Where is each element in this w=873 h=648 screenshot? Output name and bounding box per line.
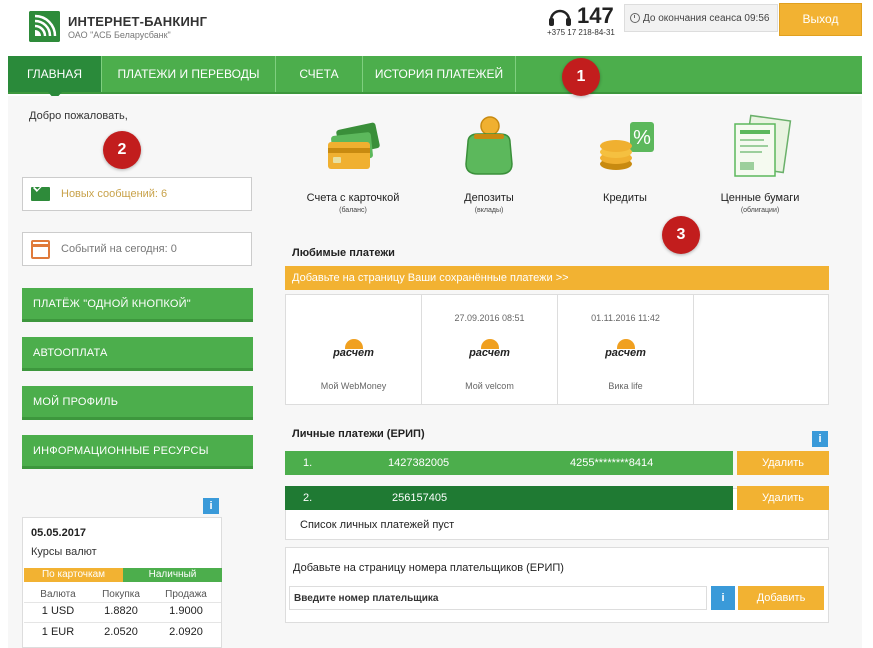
my-profile-button[interactable]: МОЙ ПРОФИЛЬ xyxy=(22,386,253,420)
raschet-logo-icon: расчет xyxy=(286,339,421,365)
favorite-name: Вика life xyxy=(608,381,643,391)
erip-row-number: 2. xyxy=(303,492,313,504)
currency-header: Валюта xyxy=(40,589,76,600)
favorite-payment[interactable]: 01.11.2016 11:42 расчет Вика life xyxy=(558,295,694,404)
divider xyxy=(24,602,221,603)
currency-code: 1 USD xyxy=(41,605,75,617)
nav-item-home[interactable]: ГЛАВНАЯ xyxy=(8,56,102,100)
payer-number-input[interactable] xyxy=(289,586,707,610)
currency-code: 1 EUR xyxy=(41,626,75,638)
product-label: Кредиты xyxy=(603,192,647,204)
svg-text:%: % xyxy=(633,127,651,149)
nav-item-payments[interactable]: ПЛАТЕЖИ И ПЕРЕВОДЫ xyxy=(102,56,276,92)
erip-row-card: 4255********8414 xyxy=(570,457,654,469)
erip-row[interactable]: 2. 256157405 xyxy=(285,486,733,510)
nav-item-accounts[interactable]: СЧЕТА xyxy=(276,56,363,92)
product-label: Счета с карточкой xyxy=(306,192,400,204)
phone-short-number[interactable]: 147 xyxy=(577,3,614,29)
erip-empty-text: Список личных платежей пуст xyxy=(300,519,455,531)
favorite-name: Мой WebMoney xyxy=(320,381,387,391)
buy-header: Покупка xyxy=(102,589,140,600)
erip-row[interactable]: 1. 1427382005 4255********8414 xyxy=(285,451,733,475)
session-label: До окончания сеанса 09:56 xyxy=(643,13,770,24)
favorite-name: Мой velcom xyxy=(465,381,514,391)
product-sublabel: (облигации) xyxy=(740,207,780,214)
favorite-payment[interactable]: расчет Мой WebMoney xyxy=(286,295,422,404)
delete-button[interactable]: Удалить xyxy=(737,451,829,475)
raschet-logo-icon: расчет xyxy=(558,339,693,365)
favorites-grid: расчет Мой WebMoney 27.09.2016 08:51 рас… xyxy=(285,294,829,405)
product-deposits[interactable]: Депозиты (вклады) xyxy=(424,112,554,214)
erip-info-icon[interactable]: i xyxy=(812,431,828,447)
product-sublabel: (вклады) xyxy=(474,207,504,214)
logout-button[interactable]: Выход xyxy=(779,3,862,36)
sell-rate: 1.9000 xyxy=(169,605,203,617)
buy-rate: 1.8820 xyxy=(104,605,138,617)
one-click-payment-button[interactable]: ПЛАТЁЖ "ОДНОЙ КНОПКОЙ" xyxy=(22,288,253,322)
main-nav: ГЛАВНАЯ ПЛАТЕЖИ И ПЕРЕВОДЫ СЧЕТА ИСТОРИЯ… xyxy=(8,56,862,100)
favorite-date: 01.11.2016 11:42 xyxy=(591,313,660,323)
currency-title: Курсы валют xyxy=(31,546,97,558)
currency-info-icon[interactable]: i xyxy=(203,498,219,514)
currency-date: 05.05.2017 xyxy=(31,527,87,539)
delete-button[interactable]: Удалить xyxy=(737,486,829,510)
events-label: Событий на сегодня: 0 xyxy=(61,243,177,255)
erip-row-id: 1427382005 xyxy=(388,457,450,469)
credit-cards-icon xyxy=(328,122,380,169)
brand-subtitle: ОАО "АСБ Беларусбанк" xyxy=(68,30,171,40)
sell-rate: 2.0920 xyxy=(169,626,203,638)
headset-icon xyxy=(549,9,571,26)
info-resources-button[interactable]: ИНФОРМАЦИОННЫЕ РЕСУРСЫ xyxy=(22,435,253,469)
erip-row-number: 1. xyxy=(303,457,313,469)
annotation-badge-2: 2 xyxy=(103,131,141,169)
favorite-payment[interactable]: 27.09.2016 08:51 расчет Мой velcom xyxy=(422,295,558,404)
buy-rate: 2.0520 xyxy=(104,626,138,638)
favorite-date: 27.09.2016 08:51 xyxy=(454,313,525,323)
coin-purse-icon xyxy=(465,116,513,175)
session-timer: До окончания сеанса 09:56 xyxy=(624,4,778,32)
product-accounts-cards[interactable]: Счета с карточкой (баланс) xyxy=(288,112,418,214)
product-credits[interactable]: % Кредиты xyxy=(560,112,690,207)
product-label: Депозиты xyxy=(464,192,514,204)
product-securities[interactable]: Ценные бумаги (облигации) xyxy=(695,112,825,214)
erip-row-id: 256157405 xyxy=(392,492,448,504)
favorites-title: Любимые платежи xyxy=(292,247,395,259)
product-sublabel: (баланс) xyxy=(339,207,367,214)
product-label: Ценные бумаги xyxy=(720,192,800,204)
welcome-text: Добро пожаловать, xyxy=(29,110,128,122)
calendar-icon xyxy=(31,240,50,259)
clock-icon xyxy=(630,13,640,23)
raschet-logo-icon: расчет xyxy=(422,339,557,365)
tab-cash-rates[interactable]: Наличный xyxy=(123,568,222,582)
autopay-button[interactable]: АВТООПЛАТА xyxy=(22,337,253,371)
bank-logo-icon[interactable] xyxy=(29,11,60,42)
add-favorites-bar[interactable]: Добавьте на страницу Ваши сохранённые пл… xyxy=(285,266,829,290)
add-payer-button[interactable]: Добавить xyxy=(738,586,824,610)
messages-label: Новых сообщений: 6 xyxy=(61,188,168,200)
currency-widget: 05.05.2017 Курсы валют По карточкам Нали… xyxy=(22,517,222,648)
annotation-badge-3: 3 xyxy=(662,216,700,254)
erip-add-title: Добавьте на страницу номера плательщиков… xyxy=(293,562,564,574)
securities-icon xyxy=(734,114,792,177)
phone-full-number: +375 17 218-84-31 xyxy=(547,28,615,37)
payer-info-icon[interactable]: i xyxy=(711,586,735,610)
coins-percent-icon: % xyxy=(600,122,654,170)
nav-item-history[interactable]: ИСТОРИЯ ПЛАТЕЖЕЙ xyxy=(363,56,516,92)
sell-header: Продажа xyxy=(165,589,207,600)
envelope-icon xyxy=(31,187,50,201)
events-box[interactable]: Событий на сегодня: 0 xyxy=(22,232,252,266)
divider xyxy=(24,622,221,623)
messages-box[interactable]: Новых сообщений: 6 xyxy=(22,177,252,211)
annotation-badge-1: 1 xyxy=(562,58,600,96)
erip-add-box xyxy=(285,547,829,623)
tab-card-rates[interactable]: По карточкам xyxy=(24,568,123,582)
erip-title: Личные платежи (ЕРИП) xyxy=(292,428,425,440)
brand-title: ИНТЕРНЕТ-БАНКИНГ xyxy=(68,14,208,29)
favorite-empty-slot[interactable] xyxy=(694,295,830,404)
header: ИНТЕРНЕТ-БАНКИНГ ОАО "АСБ Беларусбанк" 1… xyxy=(0,0,873,56)
